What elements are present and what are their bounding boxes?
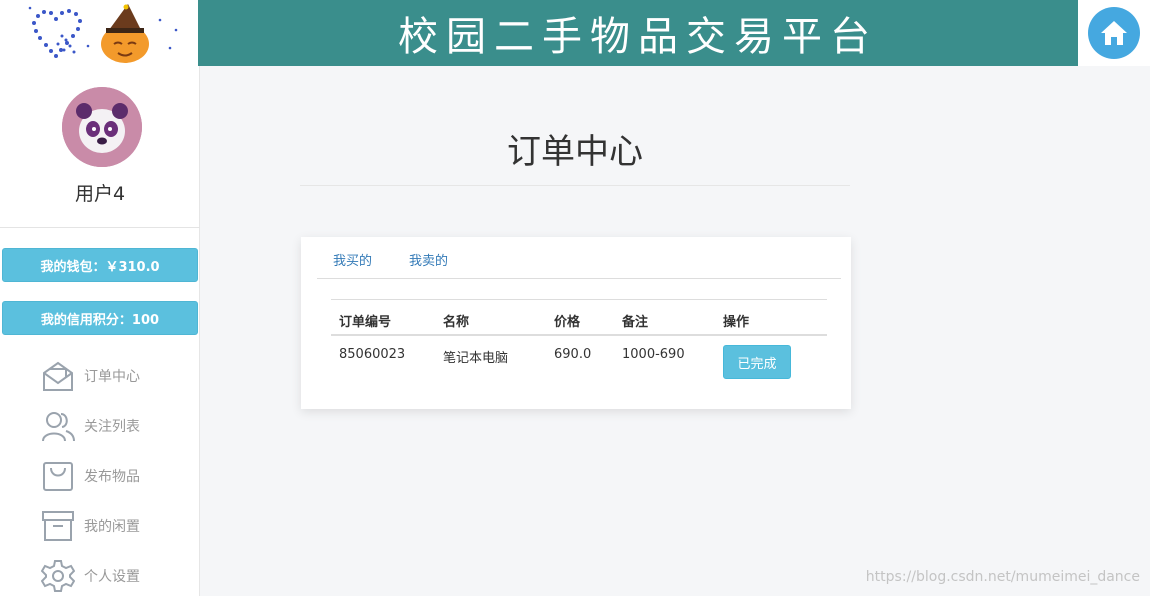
page-title: 订单中心 — [507, 132, 643, 172]
username: 用户4 — [74, 183, 126, 205]
users-icon — [40, 408, 76, 444]
wallet-button[interactable]: 我的钱包：￥310.0 — [2, 248, 198, 282]
sidebar-item-settings[interactable]: 个人设置 — [40, 556, 190, 596]
sidebar-divider — [0, 227, 200, 228]
header: 校园二手物品交易平台 — [0, 0, 1150, 66]
title-divider — [300, 185, 850, 186]
sidebar-item-orders[interactable]: 订单中心 — [40, 356, 190, 396]
sidebar-item-follow-list[interactable]: 关注列表 — [40, 406, 190, 446]
home-area — [1078, 0, 1150, 66]
sidebar-item-my-idle[interactable]: 我的闲置 — [40, 506, 190, 546]
order-tabs: 我买的 我卖的 — [317, 237, 841, 279]
column-header: 名称 — [443, 315, 470, 330]
home-button[interactable] — [1088, 7, 1140, 59]
column-header: 备注 — [622, 315, 649, 330]
table-header-row: 订单编号 名称 价格 备注 操作 — [331, 300, 827, 336]
order-id: 85060023 — [339, 347, 406, 362]
site-title: 校园二手物品交易平台 — [398, 14, 878, 60]
envelope-icon — [40, 358, 76, 394]
orders-card: 我买的 我卖的 订单编号 名称 价格 备注 操作 85060023 笔记本电脑 … — [301, 237, 851, 409]
avatar[interactable] — [62, 87, 142, 167]
tab-bought[interactable]: 我买的 — [333, 250, 372, 269]
sidebar-item-label: 发布物品 — [84, 469, 140, 485]
column-header: 订单编号 — [339, 315, 392, 330]
gear-icon — [40, 558, 76, 594]
home-icon — [1101, 21, 1127, 45]
sidebar: 用户4 我的钱包：￥310.0 我的信用积分：100 订单中心 关注列表 发布物… — [0, 66, 200, 596]
orders-table: 订单编号 名称 价格 备注 操作 85060023 笔记本电脑 690.0 10… — [331, 299, 827, 380]
order-note: 1000-690 — [622, 347, 685, 362]
item-name: 笔记本电脑 — [443, 351, 509, 366]
credit-button[interactable]: 我的信用积分：100 — [2, 301, 198, 335]
column-header: 价格 — [554, 315, 581, 330]
tab-sold[interactable]: 我卖的 — [409, 250, 448, 269]
sidebar-item-publish[interactable]: 发布物品 — [40, 456, 190, 496]
sidebar-item-label: 个人设置 — [84, 569, 140, 585]
logo-image — [0, 0, 198, 66]
table-row: 85060023 笔记本电脑 690.0 1000-690 已完成 — [331, 336, 827, 380]
column-header: 操作 — [723, 315, 750, 330]
sidebar-item-label: 关注列表 — [84, 419, 140, 435]
archive-icon — [40, 508, 76, 544]
sidebar-item-label: 我的闲置 — [84, 519, 140, 535]
sidebar-item-label: 订单中心 — [84, 369, 140, 385]
bag-icon — [40, 458, 76, 494]
banner: 校园二手物品交易平台 — [198, 0, 1078, 66]
completed-button[interactable]: 已完成 — [723, 345, 791, 379]
watermark-text: https://blog.csdn.net/mumeimei_dance — [865, 569, 1140, 585]
item-price: 690.0 — [554, 347, 592, 362]
